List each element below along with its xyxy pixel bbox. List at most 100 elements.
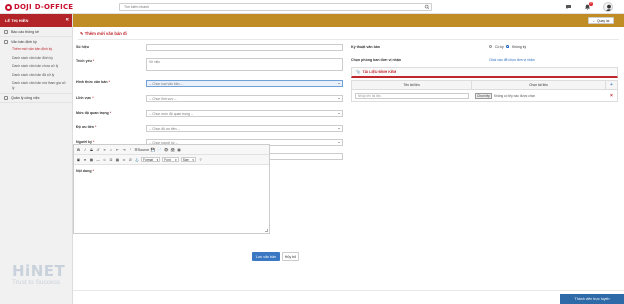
so-hieu-label: Số hiệu <box>76 45 89 49</box>
chat-icon[interactable] <box>565 4 572 10</box>
format-select[interactable]: Format ▾ <box>141 157 161 162</box>
attachment-name-input[interactable]: Nhập tên tài liệu <box>355 92 469 99</box>
table-icon[interactable]: ▦ <box>89 157 94 162</box>
iframe-icon[interactable]: ▩ <box>115 157 120 162</box>
no-file-text: Không có tệp nào được chọn <box>493 93 536 98</box>
new-page-icon[interactable]: 📄 <box>157 147 162 152</box>
bulleted-list-icon[interactable]: • <box>109 147 114 152</box>
task-icon <box>4 96 8 100</box>
muc-do-select[interactable]: -- Chọn mức độ quan trọng -- <box>146 110 343 117</box>
sidebar-subitem-chua-cu-ly[interactable]: Danh sách văn bản chưa cử lý <box>0 64 72 69</box>
numbered-list-icon[interactable]: ≡ <box>102 147 107 152</box>
help-icon[interactable]: ? <box>198 157 203 162</box>
watermark-tagline: Trust to Success <box>12 279 61 286</box>
sidebar-item-label: Quản lý công việc <box>11 96 40 100</box>
required-mark: * <box>109 111 112 115</box>
app-logo[interactable]: DOJI D-OFFICE <box>5 2 73 12</box>
link-icon[interactable]: ∞ <box>122 157 127 162</box>
divider <box>78 39 619 40</box>
co-ky-radio[interactable] <box>489 45 492 48</box>
linh-vuc-value: -- Chọn lĩnh vực -- <box>149 96 177 101</box>
remove-format-icon[interactable]: 𝒯 <box>96 147 101 152</box>
back-button[interactable]: ← Quay lại <box>588 17 614 24</box>
col-file-header: Chọn tài liệu <box>472 81 606 89</box>
search-icon[interactable] <box>423 4 431 10</box>
hinh-thuc-select[interactable]: -- Chọn loại văn bản -- <box>146 80 343 87</box>
sidebar-subitem-da-cu-ly[interactable]: Danh sách văn bản đã cử lý <box>0 73 72 78</box>
flash-icon[interactable]: ● <box>83 157 88 162</box>
preview-icon[interactable]: 👁 <box>164 147 169 152</box>
col-name-header: Tên tài liệu <box>352 81 472 89</box>
bold-icon[interactable]: B <box>76 147 81 152</box>
anchor-icon[interactable]: ⚓ <box>135 157 140 162</box>
linh-vuc-label: Lĩnh vực * <box>76 96 94 100</box>
attachments-table: Tên tài liệu Chọn tài liệu + Nhập tên tà… <box>351 80 618 102</box>
smiley-icon[interactable]: ☺ <box>102 157 107 162</box>
sidebar-subitem-danh-sach[interactable]: Danh sách văn bản định kỳ <box>0 56 72 61</box>
strikethrough-icon[interactable]: S <box>89 147 94 152</box>
indent-icon[interactable]: ⇥ <box>122 147 127 152</box>
file-cell: Chọn tệp Không có tệp nào được chọn <box>472 92 606 99</box>
italic-icon[interactable]: I <box>83 147 88 152</box>
do-uu-tien-value: -- Chọn độ ưu tiên -- <box>149 126 180 131</box>
co-ky-label: Có ký <box>495 45 504 49</box>
user-avatar[interactable] <box>603 2 613 12</box>
size-select[interactable]: Size ▾ <box>180 157 197 162</box>
choose-file-button[interactable]: Chọn tệp <box>475 92 492 99</box>
attachments-table-header: Tên tài liệu Chọn tài liệu + <box>352 81 617 90</box>
do-uu-tien-label-text: Độ ưu tiên <box>76 125 94 129</box>
muc-do-value: -- Chọn mức độ quan trọng -- <box>149 111 194 116</box>
required-mark: * <box>94 125 97 129</box>
outdent-icon[interactable]: ⇤ <box>115 147 120 152</box>
required-mark: * <box>92 96 94 100</box>
resize-handle-icon[interactable] <box>265 229 268 232</box>
watermark-brand: HiNET <box>12 262 66 280</box>
blockquote-icon[interactable]: “ <box>128 147 133 152</box>
trich-yeu-textarea[interactable]: Về việc <box>146 58 343 71</box>
editor-content-area[interactable] <box>74 165 269 233</box>
save-button[interactable]: Lưu văn bản <box>252 252 280 261</box>
name-cell: Nhập tên tài liệu <box>352 92 472 99</box>
print-icon[interactable]: 🖨 <box>170 147 175 152</box>
footer-divider <box>73 290 624 291</box>
sidebar-subitem-tham-gia[interactable]: Danh sách văn bản mà tham gia cử lý <box>0 81 72 90</box>
delete-row-icon[interactable]: × <box>606 93 617 99</box>
do-uu-tien-label: Độ ưu tiên * <box>76 125 96 129</box>
linh-vuc-label-text: Lĩnh vực <box>76 96 92 100</box>
page-title: ✎ Thêm mới văn bản đi <box>80 31 127 36</box>
linh-vuc-select[interactable]: -- Chọn lĩnh vực -- <box>146 95 343 102</box>
horizontal-line-icon[interactable]: — <box>96 157 101 162</box>
unlink-icon[interactable]: ∅ <box>128 157 133 162</box>
trich-yeu-label: Trích yếu * <box>76 59 94 63</box>
logo-mark-icon <box>5 3 12 11</box>
sidebar-item-cong-viec[interactable]: Quản lý công việc <box>0 93 72 103</box>
editor-toolbar-row-2: ▣ ● ▦ — ☺ Ω ▩ ∞ ∅ ⚓ Format ▾ Font ▾ Size… <box>74 155 269 165</box>
required-mark: * <box>108 80 110 84</box>
image-icon[interactable]: ▣ <box>76 157 81 162</box>
watermark: HiNET Trust to Success <box>12 262 65 286</box>
sidebar-item-bao-cao[interactable]: Báo cáo thống kê <box>0 27 72 37</box>
sidebar-collapse-icon[interactable]: « <box>66 16 69 24</box>
special-char-icon[interactable]: Ω <box>109 157 114 162</box>
add-row-icon[interactable]: + <box>606 81 617 89</box>
phong-ban-link[interactable]: Click vào để chọn đơn vị nhận <box>489 58 535 62</box>
cancel-button[interactable]: Hủy bỏ <box>282 252 299 261</box>
online-members-button[interactable]: Thành viên trực tuyến <box>560 294 624 304</box>
search-input[interactable] <box>120 4 423 10</box>
back-arrow-icon: ← <box>592 18 596 23</box>
back-button-label: Quay lại <box>596 18 610 23</box>
document-icon <box>4 40 8 44</box>
do-uu-tien-select[interactable]: -- Chọn độ ưu tiên -- <box>146 125 343 132</box>
sidebar-item-van-ban-dinh-ky[interactable]: Văn bản định kỳ <box>0 37 72 47</box>
save-icon[interactable]: 💾 <box>151 147 156 152</box>
sidebar-item-label: Báo cáo thống kê <box>11 29 39 34</box>
sidebar-subitem-them-moi[interactable]: Thêm mới văn bản định kỳ <box>0 47 72 52</box>
khong-ky-radio[interactable] <box>506 45 509 48</box>
so-hieu-input[interactable] <box>146 44 343 51</box>
attachments-title: TÀI LIỆU ĐÍNH KÈM <box>362 70 397 74</box>
templates-icon[interactable]: ▦ <box>177 147 182 152</box>
chevron-down-icon <box>338 83 340 84</box>
source-button[interactable]: ☰ Source <box>135 147 150 152</box>
notification-bell-icon[interactable]: 0 <box>584 2 593 10</box>
font-select[interactable]: Font ▾ <box>162 157 179 162</box>
